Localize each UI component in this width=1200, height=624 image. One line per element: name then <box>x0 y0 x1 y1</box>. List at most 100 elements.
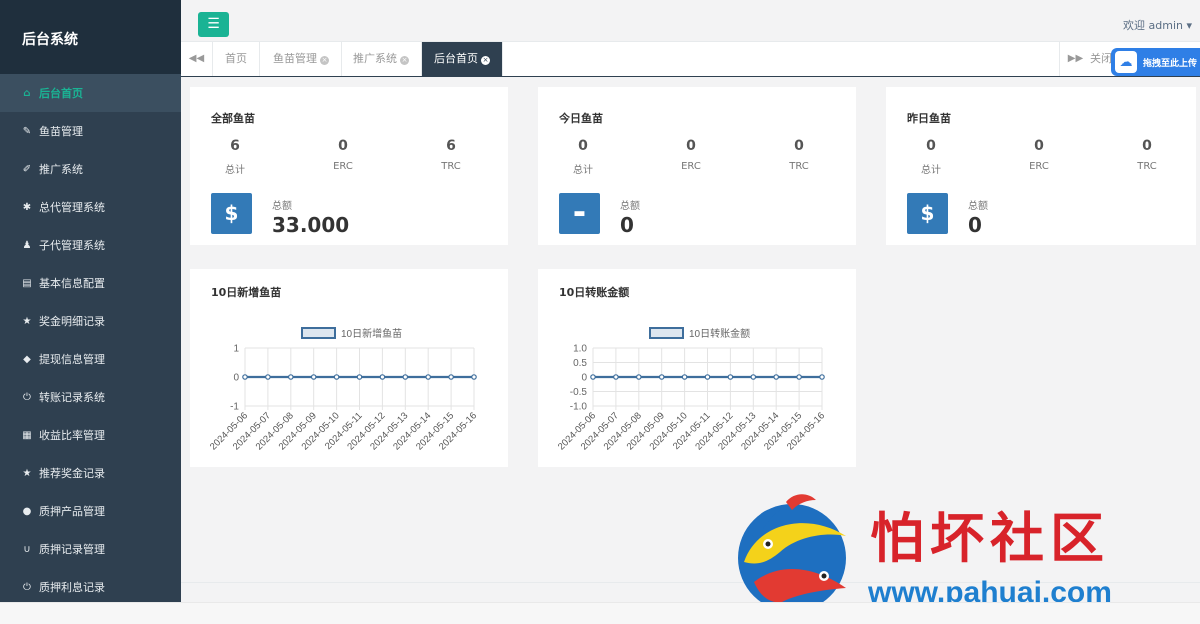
sidebar-item-14[interactable]: ⏻ 质押利息记录 <box>0 568 181 602</box>
sidebar-item-label: 鱼苗管理 <box>39 125 83 138</box>
sidebar-item-label: 质押记录管理 <box>39 543 105 556</box>
star-icon: ★ <box>22 315 32 327</box>
stat-item: 6 总计 <box>205 138 265 176</box>
sidebar-item-3[interactable]: ✐ 推广系统 <box>0 150 181 188</box>
chart-panel: 10日新增鱼苗 10日新增鱼苗 1 0 -1 2024-05-06 2024-05-07 20… <box>190 269 508 467</box>
y-tick-label: 0.5 <box>573 358 587 369</box>
stat-value: 0 <box>794 138 804 154</box>
power-icon: ⏻ <box>23 581 31 593</box>
stat-item: 0 ERC <box>661 138 721 172</box>
tab-2[interactable]: 鱼苗管理 × <box>261 42 342 76</box>
stat-panel: 全部鱼苗 6 总计 0 ERC 6 TRC $ 总额 33.000 <box>190 87 508 245</box>
sidebar-item-6[interactable]: ▤ 基本信息配置 <box>0 264 181 302</box>
data-point <box>288 374 294 380</box>
stat-label: 总计 <box>573 165 593 176</box>
tab-3[interactable]: 推广系统 × <box>341 42 422 76</box>
stat-value: 6 <box>446 138 456 154</box>
panel-title: 今日鱼苗 <box>559 112 603 125</box>
sidebar-item-label: 收益比率管理 <box>39 429 105 442</box>
sidebar-item-10[interactable]: ▦ 收益比率管理 <box>0 416 181 454</box>
stat-value: 0 <box>1034 138 1044 154</box>
total-value: 33.000 <box>272 213 350 237</box>
menu-toggle-button[interactable]: ☰ <box>198 12 229 37</box>
sidebar-item-9[interactable]: ⏻ 转账记录系统 <box>0 378 181 416</box>
sidebar-item-4[interactable]: ✱ 总代管理系统 <box>0 188 181 226</box>
dollar-icon: $ <box>211 193 252 234</box>
y-tick-label: 1.0 <box>573 344 587 355</box>
data-point <box>796 374 802 380</box>
close-icon[interactable]: × <box>320 56 329 65</box>
cloud-icon: ☁ <box>1115 51 1137 73</box>
sidebar-item-8[interactable]: ◆ 提现信息管理 <box>0 340 181 378</box>
tab-scroll-right-button[interactable]: ▶▶ <box>1059 42 1091 76</box>
data-point <box>402 374 409 380</box>
comment-icon: ● <box>22 505 32 517</box>
y-tick-label: 1 <box>233 344 239 355</box>
total-value: 0 <box>968 213 982 237</box>
close-icon[interactable]: × <box>400 56 409 65</box>
y-tick-label: 0 <box>233 373 239 384</box>
data-point <box>265 374 271 380</box>
upload-drop-label: 拖拽至此上传 <box>1143 58 1198 69</box>
app-root: 后台系统 ⌂ 后台首页 ✎ 鱼苗管理 ✐ 推广系统 ✱ 总代管理系统 ♟ 子代管理系统 ▤ 基本信息配… <box>0 0 1200 624</box>
stat-value: 0 <box>578 138 588 154</box>
stat-value: 0 <box>686 138 696 154</box>
tab-bar: ◀◀ 首页 鱼苗管理 × 推广系统 × 后台首页 × ▶▶ 关闭 <box>181 42 1200 77</box>
sidebar-item-label: 提现信息管理 <box>39 353 105 366</box>
legend-swatch <box>301 327 336 339</box>
data-point <box>681 374 688 380</box>
stat-value: 6 <box>230 138 240 154</box>
forward-icon: ▶▶ <box>1067 53 1084 64</box>
magnet-icon: ∪ <box>23 543 31 555</box>
tab-label: 后台首页 <box>434 52 478 65</box>
stat-item: 6 TRC <box>421 138 481 172</box>
sidebar-item-5[interactable]: ♟ 子代管理系统 <box>0 226 181 264</box>
data-point <box>356 374 363 380</box>
edit-icon: ✐ <box>22 163 32 175</box>
close-tabs-menu[interactable]: 关闭 <box>1090 42 1112 76</box>
stat-label: TRC <box>441 161 461 172</box>
total-value: 0 <box>620 213 634 237</box>
upload-drop-float[interactable]: ☁ 拖拽至此上传 <box>1111 48 1200 76</box>
data-point <box>448 374 454 380</box>
sidebar-item-12[interactable]: ● 质押产品管理 <box>0 492 181 530</box>
sidebar-item-label: 质押利息记录 <box>39 581 105 594</box>
legend-swatch <box>649 327 684 339</box>
sidebar-item-label: 奖金明细记录 <box>39 315 105 328</box>
data-point <box>636 374 642 380</box>
data-point <box>471 374 477 380</box>
tab-4[interactable]: 后台首页 × <box>422 42 503 76</box>
y-tick-label: -0.5 <box>570 387 588 398</box>
stat-item: 0 ERC <box>1009 138 1069 172</box>
sidebar-item-label: 推广系统 <box>39 163 83 176</box>
stat-item: 0 总计 <box>553 138 613 176</box>
y-tick-label: 0 <box>581 373 587 384</box>
power-icon: ⏻ <box>23 391 31 403</box>
data-point <box>819 374 825 380</box>
sidebar-item-13[interactable]: ∪ 质押记录管理 <box>0 530 181 568</box>
tab-scroll-left-button[interactable]: ◀◀ <box>181 42 213 76</box>
sidebar-item-label: 转账记录系统 <box>39 391 105 404</box>
user-menu[interactable]: 欢迎 admin ▾ <box>1123 17 1192 33</box>
sidebar-item-label: 基本信息配置 <box>39 277 105 290</box>
close-icon[interactable]: × <box>481 56 490 65</box>
sidebar: 后台系统 ⌂ 后台首页 ✎ 鱼苗管理 ✐ 推广系统 ✱ 总代管理系统 ♟ 子代管理系统 ▤ 基本信息配… <box>0 0 181 602</box>
stat-value: 0 <box>338 138 348 154</box>
stat-item: 0 总计 <box>901 138 961 176</box>
sidebar-item-11[interactable]: ★ 推荐奖金记录 <box>0 454 181 492</box>
tab-1[interactable]: 首页 <box>213 42 260 76</box>
archive-icon: ▬ <box>559 193 600 234</box>
sidebar-item-7[interactable]: ★ 奖金明细记录 <box>0 302 181 340</box>
sidebar-item-label: 推荐奖金记录 <box>39 467 105 480</box>
stat-item: 0 ERC <box>313 138 373 172</box>
tab-label: 推广系统 <box>353 52 397 65</box>
sidebar-item-1[interactable]: ⌂ 后台首页 <box>0 74 181 112</box>
total-label: 总额 <box>272 201 292 212</box>
sidebar-item-2[interactable]: ✎ 鱼苗管理 <box>0 112 181 150</box>
total-label: 总额 <box>968 201 988 212</box>
line-chart: 10日新增鱼苗10-12024-05-062024-05-072024-05-0… <box>208 327 479 452</box>
stat-value: 0 <box>926 138 936 154</box>
sidebar-item-label: 子代管理系统 <box>39 239 105 252</box>
stat-label: 总计 <box>921 165 941 176</box>
tab-label: 鱼苗管理 <box>273 52 317 65</box>
